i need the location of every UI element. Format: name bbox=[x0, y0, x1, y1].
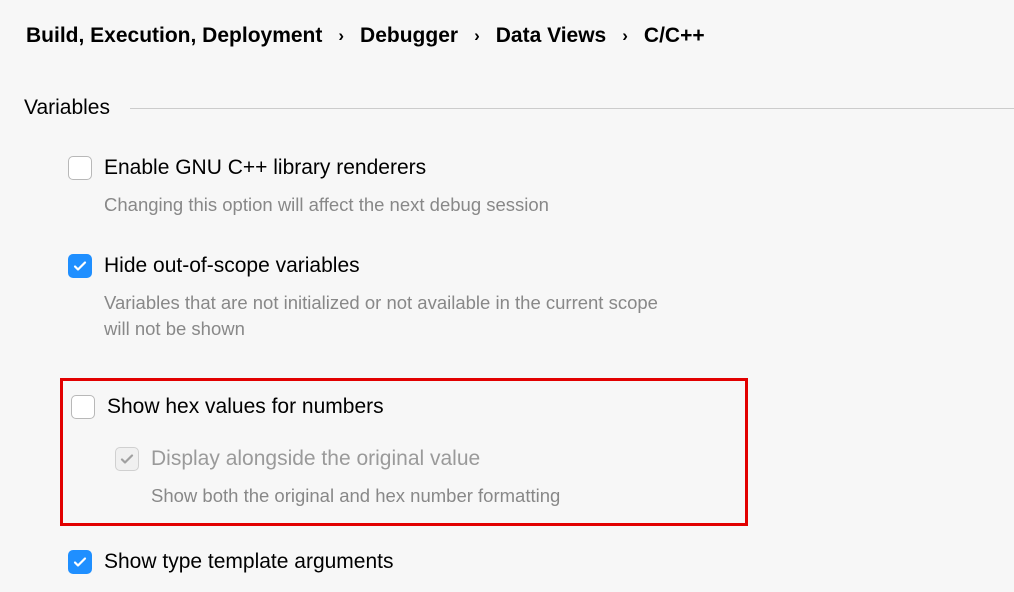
breadcrumb-item[interactable]: C/C++ bbox=[644, 24, 705, 48]
breadcrumb: Build, Execution, Deployment › Debugger … bbox=[24, 24, 1014, 48]
chevron-right-icon: › bbox=[466, 26, 488, 46]
checkbox-display-alongside bbox=[115, 447, 139, 471]
highlighted-option-group: Show hex values for numbers Display alon… bbox=[60, 378, 748, 526]
breadcrumb-item[interactable]: Data Views bbox=[496, 24, 607, 48]
option-label: Display alongside the original value bbox=[151, 447, 480, 471]
option-enable-gnu: Enable GNU C++ library renderers Changin… bbox=[68, 156, 1014, 218]
check-icon bbox=[119, 451, 135, 467]
option-hint: Show both the original and hex number fo… bbox=[151, 483, 711, 509]
chevron-right-icon: › bbox=[330, 26, 352, 46]
option-label[interactable]: Hide out-of-scope variables bbox=[104, 254, 360, 278]
chevron-right-icon: › bbox=[614, 26, 636, 46]
option-label[interactable]: Enable GNU C++ library renderers bbox=[104, 156, 426, 180]
option-hint: Changing this option will affect the nex… bbox=[104, 192, 664, 218]
option-show-hex: Show hex values for numbers Display alon… bbox=[63, 395, 745, 509]
breadcrumb-item[interactable]: Debugger bbox=[360, 24, 458, 48]
option-hint: Variables that are not initialized or no… bbox=[104, 290, 664, 342]
breadcrumb-item[interactable]: Build, Execution, Deployment bbox=[26, 24, 322, 48]
check-icon bbox=[72, 258, 88, 274]
section-header: Variables bbox=[24, 96, 1014, 120]
checkbox-show-type-template[interactable] bbox=[68, 550, 92, 574]
checkbox-enable-gnu[interactable] bbox=[68, 156, 92, 180]
option-hide-out-of-scope: Hide out-of-scope variables Variables th… bbox=[68, 254, 1014, 342]
option-show-type-template: Show type template arguments bbox=[68, 550, 1014, 574]
option-label[interactable]: Show hex values for numbers bbox=[107, 395, 384, 419]
checkbox-hide-out-of-scope[interactable] bbox=[68, 254, 92, 278]
option-label[interactable]: Show type template arguments bbox=[104, 550, 394, 574]
section-title: Variables bbox=[24, 96, 110, 120]
option-display-alongside: Display alongside the original value Sho… bbox=[115, 447, 745, 509]
checkbox-show-hex[interactable] bbox=[71, 395, 95, 419]
option-list: Enable GNU C++ library renderers Changin… bbox=[24, 156, 1014, 574]
check-icon bbox=[72, 554, 88, 570]
divider bbox=[130, 108, 1014, 109]
